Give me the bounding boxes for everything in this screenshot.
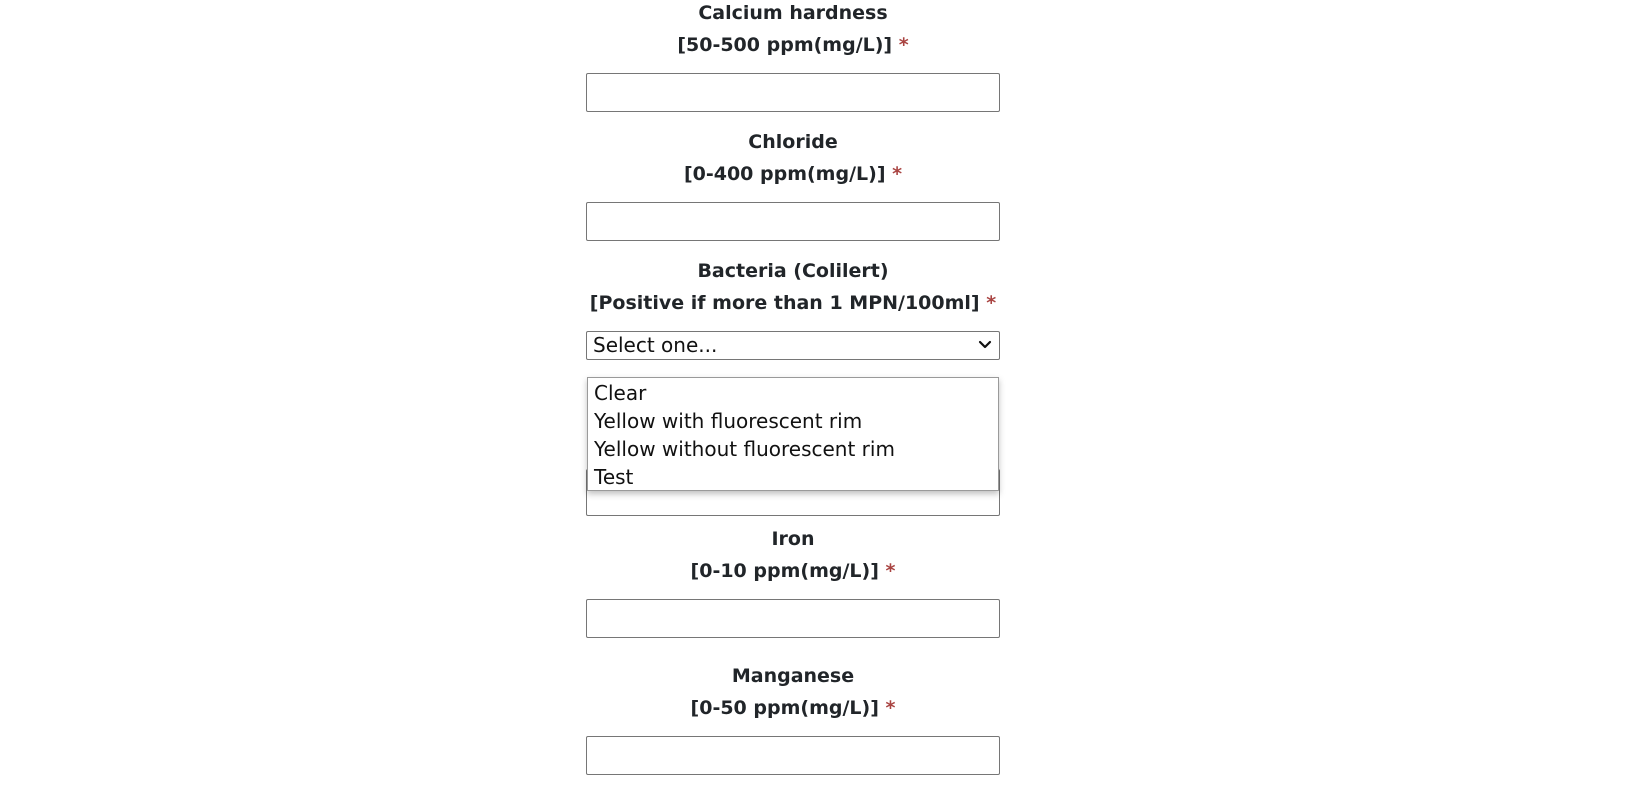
field-chloride: Chloride [0-400 ppm(mg/L)] * bbox=[586, 126, 1000, 241]
option-test[interactable]: Test bbox=[588, 463, 998, 491]
field-label: Manganese [0-50 ppm(mg/L)] * bbox=[586, 660, 1000, 724]
bacteria-select[interactable]: Select one... bbox=[586, 331, 1000, 360]
field-range: [0-400 ppm(mg/L)] * bbox=[683, 163, 903, 185]
required-marker: * bbox=[885, 560, 896, 582]
field-manganese: Manganese [0-50 ppm(mg/L)] * bbox=[586, 660, 1000, 775]
iron-input[interactable] bbox=[586, 599, 1000, 638]
option-yellow-with-fluorescent-rim[interactable]: Yellow with fluorescent rim bbox=[588, 407, 998, 435]
calcium-hardness-input[interactable] bbox=[586, 73, 1000, 112]
bacteria-options-list: Clear Yellow with fluorescent rim Yellow… bbox=[587, 377, 999, 491]
field-calcium-hardness: Calcium hardness [50-500 ppm(mg/L)] * bbox=[586, 0, 1000, 112]
select-value: Select one... bbox=[593, 333, 718, 357]
required-marker: * bbox=[885, 697, 896, 719]
field-iron: Iron [0-10 ppm(mg/L)] * bbox=[586, 523, 1000, 638]
manganese-input[interactable] bbox=[586, 736, 1000, 775]
water-test-form: Calcium hardness [50-500 ppm(mg/L)] * Ch… bbox=[0, 0, 1638, 787]
field-range: [0-10 ppm(mg/L)] * bbox=[690, 560, 896, 582]
field-name: Manganese bbox=[731, 665, 855, 687]
option-clear[interactable]: Clear bbox=[588, 379, 998, 407]
field-label: Iron [0-10 ppm(mg/L)] * bbox=[586, 523, 1000, 587]
required-marker: * bbox=[898, 34, 909, 56]
field-range: [0-50 ppm(mg/L)] * bbox=[690, 697, 896, 719]
field-label: Chloride [0-400 ppm(mg/L)] * bbox=[586, 126, 1000, 190]
option-yellow-without-fluorescent-rim[interactable]: Yellow without fluorescent rim bbox=[588, 435, 998, 463]
chevron-down-icon bbox=[978, 340, 992, 349]
field-name: Iron bbox=[771, 528, 815, 550]
field-label: Bacteria (Colilert) [Positive if more th… bbox=[586, 255, 1000, 319]
field-range: [50-500 ppm(mg/L)] * bbox=[677, 34, 909, 56]
field-name: Bacteria (Colilert) bbox=[697, 260, 889, 282]
required-marker: * bbox=[892, 163, 903, 185]
field-bacteria-colilert: Bacteria (Colilert) [Positive if more th… bbox=[586, 255, 1000, 360]
chloride-input[interactable] bbox=[586, 202, 1000, 241]
field-name: Chloride bbox=[748, 131, 838, 153]
field-range: [Positive if more than 1 MPN/100ml] * bbox=[589, 292, 997, 314]
field-label: Calcium hardness [50-500 ppm(mg/L)] * bbox=[586, 0, 1000, 61]
required-marker: * bbox=[986, 292, 997, 314]
field-name: Calcium hardness bbox=[698, 2, 888, 24]
